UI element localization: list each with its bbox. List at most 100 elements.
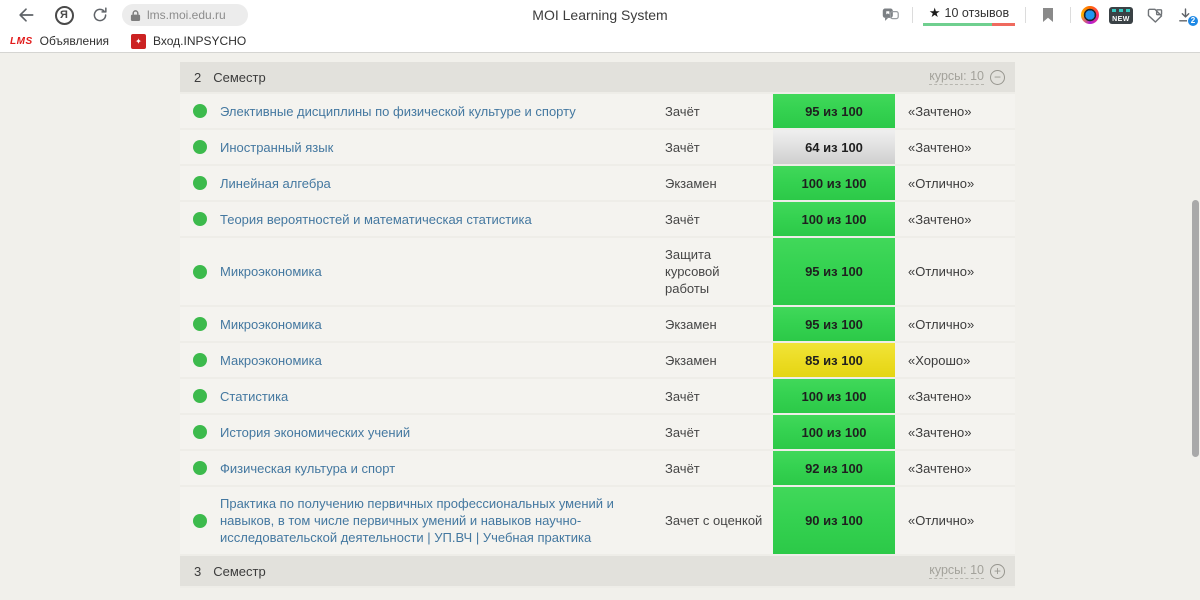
star-icon: ★ bbox=[928, 4, 941, 20]
url-text: lms.moi.edu.ru bbox=[147, 8, 226, 22]
bookmark-label: Объявления bbox=[39, 34, 110, 48]
lock-icon bbox=[130, 9, 141, 22]
grade-text: «Отлично» bbox=[908, 513, 975, 528]
grade-text: «Зачтено» bbox=[908, 424, 972, 440]
course-name-link[interactable]: Макроэкономика bbox=[220, 344, 665, 377]
semester-number: 2 bbox=[194, 69, 202, 85]
course-row: Линейная алгебра Экзамен 100 из 100 «Отл… bbox=[180, 166, 1015, 202]
bookmarks-bar: LMS Объявления ✦ Вход.INPSYCHO bbox=[0, 30, 1200, 53]
bookmark-flag-icon[interactable] bbox=[1036, 3, 1060, 27]
course-name-link[interactable]: Иностранный язык bbox=[220, 131, 665, 164]
score-text: 90 из 100 bbox=[805, 513, 863, 528]
extension-browser-logo-icon[interactable] bbox=[1081, 6, 1099, 24]
grade-text: «Зачтено» bbox=[908, 211, 972, 227]
course-status-dot-icon bbox=[193, 389, 207, 403]
score-badge: 100 из 100 bbox=[773, 166, 895, 200]
bookmark-item-inpsycho[interactable]: ✦ Вход.INPSYCHO bbox=[131, 33, 247, 49]
score-text: 95 из 100 bbox=[805, 103, 863, 119]
divider bbox=[1025, 7, 1026, 23]
collapse-minus-icon[interactable]: − bbox=[990, 69, 1005, 85]
course-name-link[interactable]: Элективные дисциплины по физической куль… bbox=[220, 95, 665, 128]
course-name-link[interactable]: Практика по получению первичных професси… bbox=[220, 487, 665, 554]
site-reviews-bubbles-icon[interactable] bbox=[878, 3, 902, 27]
reviews-widget[interactable]: ★ 10 отзывов bbox=[923, 5, 1015, 26]
back-icon[interactable] bbox=[14, 3, 38, 27]
status-dot-cell bbox=[180, 130, 220, 164]
status-dot-cell bbox=[180, 307, 220, 341]
course-name-link[interactable]: Статистика bbox=[220, 380, 665, 413]
course-status-dot-icon bbox=[193, 317, 207, 331]
divider bbox=[912, 7, 913, 23]
scrollbar-thumb[interactable] bbox=[1192, 200, 1199, 457]
score-text: 85 из 100 bbox=[805, 352, 863, 368]
grades-table: 2 Семестр курсы: 10 − Элективные дисципл… bbox=[180, 62, 1015, 588]
score-text: 92 из 100 bbox=[805, 460, 863, 476]
grade-text: «Зачтено» bbox=[908, 103, 972, 119]
download-count-badge: 2 bbox=[1187, 14, 1199, 27]
course-row: Физическая культура и спорт Зачёт 92 из … bbox=[180, 451, 1015, 487]
assessment-type: Зачёт bbox=[665, 424, 700, 440]
assessment-type: Зачёт bbox=[665, 460, 700, 476]
grade-text: «Хорошо» bbox=[908, 352, 971, 368]
semester-label: Семестр bbox=[213, 563, 266, 579]
refresh-icon[interactable] bbox=[88, 3, 112, 27]
course-status-dot-icon bbox=[193, 353, 207, 367]
assessment-type: Зачёт bbox=[665, 139, 700, 155]
course-name-link[interactable]: Микроэкономика bbox=[220, 308, 665, 341]
course-status-dot-icon bbox=[193, 513, 207, 528]
score-badge: 100 из 100 bbox=[773, 415, 895, 449]
courses-count-link[interactable]: курсы: 10 bbox=[929, 69, 984, 85]
assessment-type: Экзамен bbox=[665, 352, 717, 368]
score-badge: 100 из 100 bbox=[773, 202, 895, 236]
bookmark-item-announcements[interactable]: LMS Объявления bbox=[10, 34, 109, 48]
scrollbar-track[interactable] bbox=[1187, 54, 1200, 600]
course-row: Микроэкономика Защита курсовой работы 95… bbox=[180, 238, 1015, 307]
bookmark-label: Вход.INPSYCHO bbox=[153, 34, 247, 48]
course-name-link[interactable]: Линейная алгебра bbox=[220, 167, 665, 200]
grade-text: «Зачтено» bbox=[908, 460, 972, 476]
grade-text: «Отлично» bbox=[908, 264, 975, 279]
score-text: 95 из 100 bbox=[805, 264, 863, 279]
course-status-dot-icon bbox=[193, 176, 207, 190]
expand-plus-icon[interactable]: + bbox=[990, 563, 1005, 579]
score-text: 100 из 100 bbox=[801, 424, 867, 440]
course-status-dot-icon bbox=[193, 264, 207, 279]
status-dot-cell bbox=[180, 451, 220, 485]
status-dot-cell bbox=[180, 379, 220, 413]
extension-new-icon[interactable]: NEW bbox=[1109, 6, 1133, 24]
grade-text: «Отлично» bbox=[908, 316, 975, 332]
score-badge: 100 из 100 bbox=[773, 379, 895, 413]
course-row: Практика по получению первичных професси… bbox=[180, 487, 1015, 556]
yandex-icon[interactable]: Я bbox=[52, 3, 76, 27]
semester-2-header: 2 Семестр курсы: 10 − bbox=[180, 62, 1015, 94]
courses-count-link[interactable]: курсы: 10 bbox=[929, 563, 984, 579]
grade-text: «Зачтено» bbox=[908, 388, 972, 404]
collections-tag-icon[interactable] bbox=[1143, 3, 1167, 27]
downloads-icon[interactable]: 2 bbox=[1177, 7, 1199, 27]
course-status-dot-icon bbox=[193, 212, 207, 226]
status-dot-cell bbox=[180, 166, 220, 200]
address-bar[interactable]: lms.moi.edu.ru bbox=[122, 4, 248, 26]
status-dot-cell bbox=[180, 487, 220, 554]
assessment-type: Зачёт bbox=[665, 388, 700, 404]
page-content: 2 Семестр курсы: 10 − Элективные дисципл… bbox=[0, 54, 1200, 600]
score-text: 100 из 100 bbox=[801, 175, 867, 191]
assessment-type: Защита курсовой работы bbox=[665, 247, 720, 296]
course-row: Макроэкономика Экзамен 85 из 100 «Хорошо… bbox=[180, 343, 1015, 379]
score-badge: 95 из 100 bbox=[773, 307, 895, 341]
status-dot-cell bbox=[180, 202, 220, 236]
assessment-type: Экзамен bbox=[665, 316, 717, 332]
course-name-link[interactable]: Физическая культура и спорт bbox=[220, 452, 665, 485]
course-name-link[interactable]: Теория вероятностей и математическая ста… bbox=[220, 203, 665, 236]
course-name-link[interactable]: История экономических учений bbox=[220, 416, 665, 449]
course-status-dot-icon bbox=[193, 425, 207, 439]
score-text: 100 из 100 bbox=[801, 211, 867, 227]
rating-bar bbox=[923, 22, 1015, 26]
course-name-link[interactable]: Микроэкономика bbox=[220, 255, 665, 288]
assessment-type: Экзамен bbox=[665, 175, 717, 191]
assessment-type: Зачёт bbox=[665, 211, 700, 227]
course-status-dot-icon bbox=[193, 140, 207, 154]
score-text: 95 из 100 bbox=[805, 316, 863, 332]
browser-toolbar: Я lms.moi.edu.ru MOI Learning System ★ 1… bbox=[0, 0, 1200, 30]
score-badge: 85 из 100 bbox=[773, 343, 895, 377]
